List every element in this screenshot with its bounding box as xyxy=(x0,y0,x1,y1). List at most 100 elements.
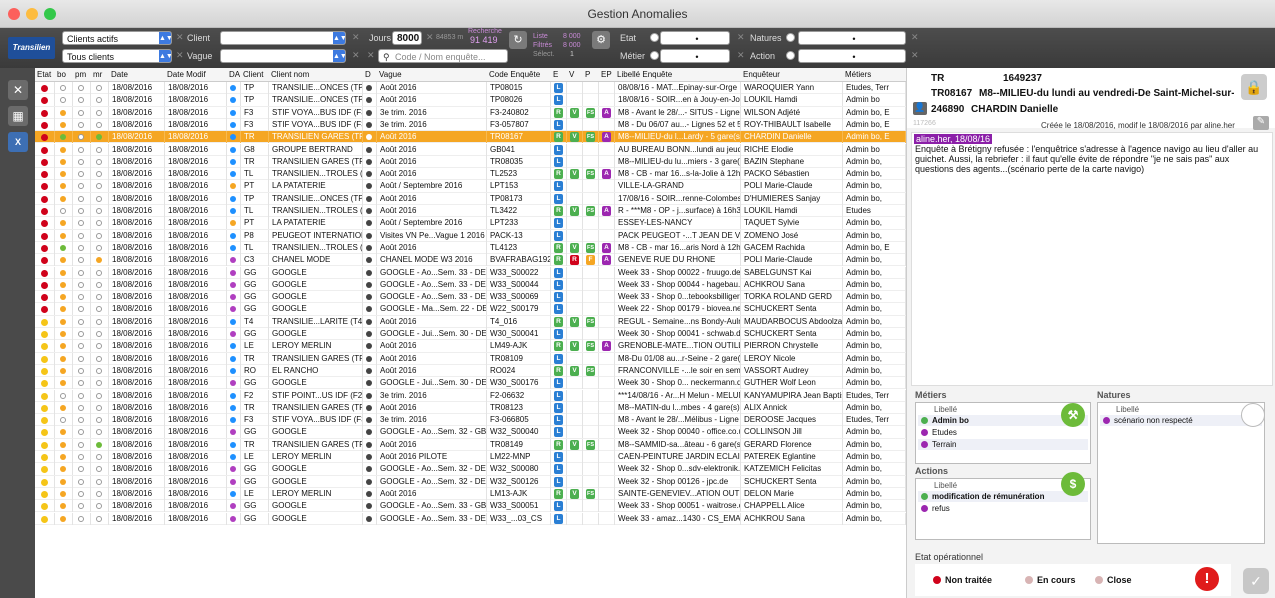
list-item[interactable]: refus xyxy=(918,503,1088,514)
status-badge[interactable]: R xyxy=(554,365,563,376)
action-select[interactable]: • xyxy=(798,49,906,63)
metier-radio[interactable] xyxy=(650,51,659,60)
status-badge[interactable]: L xyxy=(554,402,563,413)
comment-area[interactable]: aline.her, 18/08/16 Enquête à Brétigny r… xyxy=(911,132,1273,386)
status-badge[interactable]: A xyxy=(602,242,611,253)
add-nature-button[interactable] xyxy=(1241,403,1265,427)
clear-icon[interactable]: ✕ xyxy=(176,32,184,43)
table-row[interactable]: 18/08/2016 18/08/2016 GG GOOGLE GOOGLE - Ao.… xyxy=(35,266,906,279)
status-badge[interactable]: A xyxy=(602,206,611,216)
status-badge[interactable]: FS xyxy=(586,107,595,118)
client-status-select[interactable]: Clients actifs ▲▼ xyxy=(62,31,172,45)
column-header[interactable]: D xyxy=(365,68,377,82)
table-row[interactable]: 18/08/2016 18/08/2016 T4 TRANSILIE...LARITE… xyxy=(35,315,906,328)
status-badge[interactable]: L xyxy=(554,267,563,278)
column-header[interactable]: Vague xyxy=(379,68,487,82)
status-badge[interactable]: R xyxy=(554,206,563,216)
column-header[interactable]: EP xyxy=(601,68,615,82)
search-input[interactable]: ⚲ Code / Nom enquête... xyxy=(378,49,508,63)
column-header[interactable]: mr xyxy=(93,68,109,82)
column-header[interactable]: pm xyxy=(75,68,91,82)
table-row[interactable]: 18/08/2016 18/08/2016 F3 STIF VOYA...BUS ID… xyxy=(35,118,906,132)
action-radio[interactable] xyxy=(786,51,795,60)
table-row[interactable]: 18/08/2016 18/08/2016 TP TRANSILIE...ONCES … xyxy=(35,192,906,205)
status-badge[interactable]: L xyxy=(554,144,563,155)
status-badge[interactable]: F xyxy=(586,255,595,266)
status-badge[interactable]: FS xyxy=(586,316,595,327)
status-badge[interactable]: V xyxy=(570,107,579,118)
refresh-button[interactable]: ↻ xyxy=(509,31,527,49)
etat-op-option[interactable]: Non traitée xyxy=(933,575,992,585)
table-row[interactable]: 18/08/2016 18/08/2016 LE LEROY MERLIN Août 2… xyxy=(35,340,906,353)
status-badge[interactable]: L xyxy=(554,378,563,389)
status-badge[interactable]: L xyxy=(554,353,563,364)
table-row[interactable]: 18/08/2016 18/08/2016 TL TRANSILIEN...TROLE… xyxy=(35,241,906,255)
add-metier-button[interactable]: ⚒ xyxy=(1061,403,1085,427)
status-badge[interactable]: FS xyxy=(586,169,595,180)
status-badge[interactable]: L xyxy=(554,415,563,426)
close-button[interactable]: ✕ xyxy=(8,80,28,100)
column-header[interactable]: Client xyxy=(243,68,269,82)
status-badge[interactable]: L xyxy=(554,95,563,106)
clear-icon[interactable]: ✕ xyxy=(176,50,184,61)
status-badge[interactable]: V xyxy=(570,365,579,376)
table-row[interactable]: 18/08/2016 18/08/2016 C3 CHANEL MODE CHANEL … xyxy=(35,254,906,267)
status-badge[interactable]: R xyxy=(554,316,563,327)
alert-button[interactable]: ! xyxy=(1195,567,1219,591)
table-row[interactable]: 18/08/2016 18/08/2016 GG GOOGLE GOOGLE - Ao.… xyxy=(35,291,906,304)
edit-button[interactable]: ✎ xyxy=(1253,116,1269,130)
minimize-window-button[interactable] xyxy=(26,8,38,20)
status-badge[interactable]: L xyxy=(554,329,563,339)
status-badge[interactable]: L xyxy=(554,83,563,93)
status-badge[interactable]: V xyxy=(570,316,579,327)
clear-icon[interactable]: ✕ xyxy=(426,32,434,43)
status-badge[interactable]: A xyxy=(602,132,611,143)
status-badge[interactable]: R xyxy=(554,341,563,352)
status-badge[interactable]: L xyxy=(554,501,563,512)
status-badge[interactable]: L xyxy=(554,464,563,475)
table-row[interactable]: 18/08/2016 18/08/2016 TR TRANSILIEN GARES (… xyxy=(35,401,906,415)
etat-op-option[interactable]: En cours xyxy=(1025,575,1076,585)
close-window-button[interactable] xyxy=(8,8,20,20)
status-badge[interactable]: FS xyxy=(586,488,595,499)
status-badge[interactable]: R xyxy=(554,439,563,450)
settings-button[interactable]: ⚙ xyxy=(592,31,610,49)
status-badge[interactable]: FS xyxy=(586,439,595,450)
table-row[interactable]: 18/08/2016 18/08/2016 TR TRANSILIEN GARES (… xyxy=(35,352,906,365)
table-row[interactable]: 18/08/2016 18/08/2016 GG GOOGLE GOOGLE - Ao.… xyxy=(35,475,906,488)
status-badge[interactable]: L xyxy=(554,427,563,438)
status-badge[interactable]: FS xyxy=(586,341,595,352)
etat-radio[interactable] xyxy=(650,33,659,42)
status-badge[interactable]: L xyxy=(554,156,563,167)
status-badge[interactable]: L xyxy=(554,279,563,290)
lock-button[interactable]: 🔒 xyxy=(1241,74,1267,100)
validate-button[interactable]: ✓ xyxy=(1243,568,1269,594)
status-badge[interactable]: R xyxy=(554,169,563,180)
table-row[interactable]: 18/08/2016 18/08/2016 GG GOOGLE GOOGLE - Ma.… xyxy=(35,303,906,316)
status-badge[interactable]: L xyxy=(554,390,563,401)
add-action-button[interactable]: $ xyxy=(1061,472,1085,496)
status-badge[interactable]: V xyxy=(570,169,579,180)
table-row[interactable]: 18/08/2016 18/08/2016 TP TRANSILIE...ONCES … xyxy=(35,94,906,107)
clear-icon[interactable]: ✕ xyxy=(352,32,360,43)
status-badge[interactable]: FS xyxy=(586,242,595,253)
clear-icon[interactable]: ✕ xyxy=(737,50,745,61)
column-header[interactable]: Date Modif xyxy=(167,68,227,82)
natures-select[interactable]: • xyxy=(798,31,906,45)
client-select[interactable]: ▲▼ xyxy=(220,31,346,45)
metier-select[interactable]: • xyxy=(660,49,730,63)
column-header[interactable]: Date xyxy=(111,68,165,82)
list-item[interactable]: Terrain xyxy=(918,439,1088,450)
jours-input[interactable]: 8000 xyxy=(392,31,422,45)
table-row[interactable]: 18/08/2016 18/08/2016 TR TRANSILIEN GARES (… xyxy=(35,131,906,144)
clear-icon[interactable]: ✕ xyxy=(911,50,919,61)
table-row[interactable]: 18/08/2016 18/08/2016 GG GOOGLE GOOGLE - Ao.… xyxy=(35,512,906,525)
status-badge[interactable]: L xyxy=(554,218,563,229)
status-badge[interactable]: R xyxy=(554,255,563,266)
status-badge[interactable]: L xyxy=(554,452,563,462)
clear-search-icon[interactable]: ✕ xyxy=(367,50,375,61)
table-row[interactable]: 18/08/2016 18/08/2016 TL TRANSILIEN...TROLE… xyxy=(35,168,906,181)
natures-radio[interactable] xyxy=(786,33,795,42)
column-header[interactable]: Etat xyxy=(37,68,55,82)
grid-button[interactable]: ▦ xyxy=(8,106,28,126)
